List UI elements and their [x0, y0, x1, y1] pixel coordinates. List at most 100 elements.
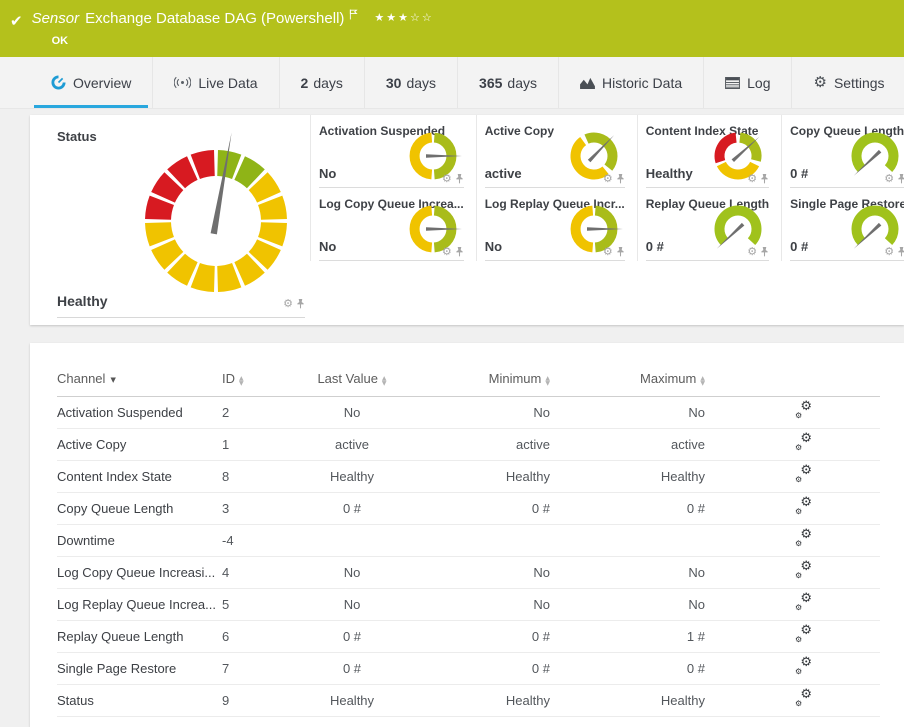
chart-icon [580, 76, 595, 89]
gauge-pin-icon[interactable] [897, 246, 904, 257]
channel-name[interactable]: Activation Suspended [57, 397, 222, 429]
gauge-actions: ⚙ [442, 173, 464, 184]
mini-gauge-value: No [485, 239, 502, 254]
gauge-actions: ⚙ [747, 173, 769, 184]
table-header-row: Channel▼ID▲▼Last Value▲▼Minimum▲▼Maximum… [57, 365, 880, 397]
channel-settings-icon[interactable]: ⚙⚙ [795, 531, 813, 547]
tab-label: Overview [73, 75, 131, 91]
gauge-settings-gear-icon[interactable]: ⚙ [747, 246, 757, 257]
channel-id: 8 [222, 461, 302, 493]
channel-id: 7 [222, 653, 302, 685]
channel-settings-icon[interactable]: ⚙⚙ [795, 627, 813, 643]
channel-settings-icon[interactable]: ⚙⚙ [795, 659, 813, 675]
table-row: Log Copy Queue Increasi...4NoNoNo⚙⚙ [57, 557, 880, 589]
column-header-maximum[interactable]: Maximum▲▼ [562, 365, 717, 397]
tab-log[interactable]: Log [703, 57, 791, 108]
channel-settings-icon[interactable]: ⚙⚙ [795, 595, 813, 611]
channel-settings-icon[interactable]: ⚙⚙ [795, 435, 813, 451]
mini-gauge-value: 0 # [790, 239, 808, 254]
overview-content: Status Healthy ⚙ Activation Suspended No ⚙… [0, 109, 904, 727]
channel-settings-icon[interactable]: ⚙⚙ [795, 691, 813, 707]
gauge-pin-icon[interactable] [897, 173, 904, 184]
gauge-pin-icon[interactable] [616, 246, 625, 257]
tab-settings[interactable]: ⚙Settings [791, 57, 904, 108]
tab-365-days[interactable]: 365days [457, 57, 558, 108]
channel-name[interactable]: Log Copy Queue Increasi... [57, 557, 222, 589]
channel-minimum: 0 # [402, 493, 562, 525]
channel-name[interactable]: Content Index State [57, 461, 222, 493]
gauge-settings-gear-icon[interactable]: ⚙ [283, 298, 293, 309]
channel-minimum [402, 525, 562, 557]
channel-settings-icon[interactable]: ⚙⚙ [795, 563, 813, 579]
column-header-channel[interactable]: Channel▼ [57, 365, 222, 397]
gauge-settings-gear-icon[interactable]: ⚙ [747, 173, 757, 184]
mini-gauge-cell: Replay Queue Length0 #⚙ [637, 188, 781, 261]
channel-last-value: 0 # [302, 621, 402, 653]
gauge-icon [51, 75, 66, 90]
channel-name[interactable]: Log Replay Queue Increa... [57, 589, 222, 621]
column-header-settings [717, 365, 880, 397]
gauge-settings-gear-icon[interactable]: ⚙ [603, 246, 613, 257]
tab-bar: Overview Live Data 2days 30days 365daysHisto… [0, 57, 904, 109]
star-empty-icon[interactable]: ☆ [410, 12, 422, 24]
channel-name[interactable]: Single Page Restore [57, 653, 222, 685]
channel-name[interactable]: Replay Queue Length [57, 621, 222, 653]
status-gauge-cell: Status Healthy ⚙ [30, 115, 310, 325]
channel-last-value: Healthy [302, 685, 402, 717]
channel-settings-icon[interactable]: ⚙⚙ [795, 403, 813, 419]
tab-label: 30days [386, 75, 436, 91]
mini-gauge-cell: Content Index StateHealthy⚙ [637, 115, 781, 188]
tab-overview[interactable]: Overview [30, 57, 152, 108]
tab-label: 2days [301, 75, 343, 91]
tab-live-data[interactable]: Live Data [152, 57, 278, 108]
priority-flag-icon[interactable] [349, 6, 358, 25]
star-empty-icon[interactable]: ☆ [422, 12, 434, 24]
tab-historic-data[interactable]: Historic Data [558, 57, 703, 108]
star-filled-icon[interactable]: ★ [374, 12, 386, 24]
gauge-settings-gear-icon[interactable]: ⚙ [442, 173, 452, 184]
channel-name[interactable]: Status [57, 685, 222, 717]
channel-name[interactable]: Copy Queue Length [57, 493, 222, 525]
gauge-actions: ⚙ [603, 173, 625, 184]
channel-id: -4 [222, 525, 302, 557]
channel-minimum: No [402, 397, 562, 429]
mini-gauge-cell: Log Replay Queue Incr...No⚙ [476, 188, 637, 261]
channel-settings-cell: ⚙⚙ [717, 525, 880, 557]
gauge-settings-gear-icon[interactable]: ⚙ [603, 173, 613, 184]
status-gauge-footer: Healthy ⚙ [57, 293, 305, 318]
star-filled-icon[interactable]: ★ [386, 12, 398, 24]
channel-id: 3 [222, 493, 302, 525]
channel-id: 9 [222, 685, 302, 717]
gauge-pin-icon[interactable] [455, 173, 464, 184]
mini-gauge-value: No [319, 166, 336, 181]
star-filled-icon[interactable]: ★ [398, 12, 410, 24]
gauge-pin-icon[interactable] [760, 246, 769, 257]
channel-settings-cell: ⚙⚙ [717, 493, 880, 525]
channel-name[interactable]: Downtime [57, 525, 222, 557]
channel-settings-icon[interactable]: ⚙⚙ [795, 499, 813, 515]
gauge-settings-gear-icon[interactable]: ⚙ [884, 246, 894, 257]
gauge-pin-icon[interactable] [455, 246, 464, 257]
channel-maximum: No [562, 589, 717, 621]
gauge-pin-icon[interactable] [760, 173, 769, 184]
table-row: Active Copy1activeactiveactive⚙⚙ [57, 429, 880, 461]
gear-icon: ⚙ [813, 75, 826, 90]
priority-stars[interactable]: ★★★☆☆ [374, 9, 433, 28]
gauge-pin-icon[interactable] [616, 173, 625, 184]
channel-settings-icon[interactable]: ⚙⚙ [795, 467, 813, 483]
channel-minimum: 0 # [402, 653, 562, 685]
gauge-settings-gear-icon[interactable]: ⚙ [884, 173, 894, 184]
gauge-settings-gear-icon[interactable]: ⚙ [442, 246, 452, 257]
column-header-minimum[interactable]: Minimum▲▼ [402, 365, 562, 397]
tab-label: Log [747, 75, 770, 91]
column-header-id[interactable]: ID▲▼ [222, 365, 302, 397]
table-row: Replay Queue Length60 #0 #1 #⚙⚙ [57, 621, 880, 653]
column-header-last-value[interactable]: Last Value▲▼ [302, 365, 402, 397]
channel-minimum: active [402, 429, 562, 461]
tab-2-days[interactable]: 2days [279, 57, 364, 108]
gauge-pin-icon[interactable] [296, 298, 305, 309]
tab-30-days[interactable]: 30days [364, 57, 457, 108]
channel-name[interactable]: Active Copy [57, 429, 222, 461]
table-row: Content Index State8HealthyHealthyHealth… [57, 461, 880, 493]
channel-minimum: No [402, 557, 562, 589]
